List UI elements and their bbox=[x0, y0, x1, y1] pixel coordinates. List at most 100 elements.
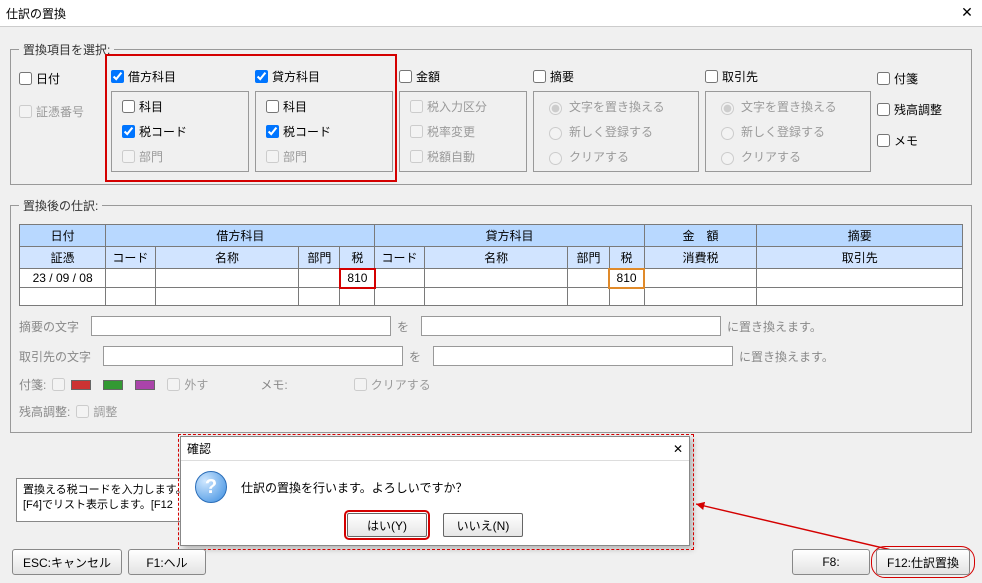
partner-radio: 文字を置き換える 新しく登録する クリアする bbox=[705, 91, 871, 172]
summary-to-input[interactable] bbox=[421, 316, 721, 336]
l: に置き換えます。 bbox=[739, 348, 834, 365]
chk-credit-dept: 部門 bbox=[266, 148, 382, 165]
chk-voucher: 証憑番号 bbox=[19, 103, 105, 120]
chk-memo[interactable]: メモ bbox=[877, 132, 942, 149]
table-row[interactable]: 23 / 09 / 08 810 810 bbox=[20, 269, 963, 288]
l: 税額自動 bbox=[427, 148, 475, 165]
chk-amount[interactable]: 金額 bbox=[399, 68, 527, 85]
amount-subgroup: 税入力区分 税率変更 税額自動 bbox=[399, 91, 527, 172]
esc-button[interactable]: ESC:キャンセル bbox=[12, 549, 122, 575]
l: 科目 bbox=[139, 98, 163, 115]
l: 税コード bbox=[283, 123, 331, 140]
l: 部門 bbox=[139, 148, 163, 165]
chk-voucher-label: 証憑番号 bbox=[36, 103, 84, 120]
th-credit: 貸方科目 bbox=[375, 225, 644, 247]
l: を bbox=[397, 318, 409, 335]
summary-radio: 文字を置き換える 新しく登録する クリアする bbox=[533, 91, 699, 172]
th: 名称 bbox=[424, 247, 568, 269]
th: 部門 bbox=[568, 247, 609, 269]
no-button[interactable]: いいえ(N) bbox=[443, 513, 523, 537]
dialog-title: 確認 bbox=[187, 440, 211, 457]
f1-button[interactable]: F1:ヘル bbox=[128, 549, 206, 575]
dialog-close-icon[interactable]: ✕ bbox=[673, 442, 683, 456]
dialog-text: 仕訳の置換を行います。よろしいですか？ bbox=[241, 479, 467, 496]
chk-debit-subject[interactable]: 科目 bbox=[122, 98, 238, 115]
group-select-legend: 置換項目を選択: bbox=[19, 41, 114, 58]
color-chip-red bbox=[71, 380, 91, 390]
group-after-legend: 置換後の仕訳: bbox=[19, 197, 102, 214]
cell-tax-debit[interactable]: 810 bbox=[340, 269, 375, 288]
debit-subgroup: 科目 税コード 部門 bbox=[111, 91, 249, 172]
chk-debit-dept: 部門 bbox=[122, 148, 238, 165]
color-chip-green bbox=[103, 380, 123, 390]
th-date: 日付 bbox=[20, 225, 106, 247]
question-icon: ? bbox=[195, 471, 227, 503]
l: 調整 bbox=[93, 403, 117, 420]
window-title: 仕訳の置換 bbox=[6, 5, 66, 22]
chk-summary[interactable]: 摘要 bbox=[533, 68, 699, 85]
l: 摘要 bbox=[550, 68, 574, 85]
l: 新しく登録する bbox=[741, 123, 825, 140]
chk-note[interactable]: 付箋 bbox=[877, 70, 942, 87]
chk-partner[interactable]: 取引先 bbox=[705, 68, 871, 85]
chk-credit-taxcode[interactable]: 税コード bbox=[266, 123, 382, 140]
partner-replace-row: 取引先の文字 を に置き換えます。 bbox=[19, 346, 963, 366]
th: コード bbox=[106, 247, 155, 269]
l: クリアする bbox=[569, 148, 629, 165]
l: 税コード bbox=[139, 123, 187, 140]
cell-date[interactable]: 23 / 09 / 08 bbox=[20, 269, 106, 288]
lbl-summary: 摘要の文字 bbox=[19, 318, 79, 335]
l: 税入力区分 bbox=[427, 98, 487, 115]
l: 文字を置き換える bbox=[569, 98, 665, 115]
chk-credit[interactable]: 貸方科目 bbox=[255, 68, 393, 85]
summary-replace-row: 摘要の文字 を に置き換えます。 bbox=[19, 316, 963, 336]
l: クリアする bbox=[371, 376, 431, 393]
confirm-dialog: 確認 ✕ ? 仕訳の置換を行います。よろしいですか？ はい(Y) いいえ(N) bbox=[180, 436, 690, 546]
th: 部門 bbox=[299, 247, 340, 269]
summary-from-input[interactable] bbox=[91, 316, 391, 336]
partner-from-input[interactable] bbox=[103, 346, 403, 366]
chk-date[interactable]: 日付 bbox=[19, 70, 105, 87]
partner-to-input[interactable] bbox=[433, 346, 733, 366]
lbl-fusen: 付箋: bbox=[19, 376, 46, 393]
th-amount: 金 額 bbox=[644, 225, 757, 247]
balance-row: 残高調整: 調整 bbox=[19, 403, 963, 420]
arrow-annotation bbox=[690, 480, 920, 560]
th-voucher: 証憑 bbox=[20, 247, 106, 269]
color-chip-purple bbox=[135, 380, 155, 390]
th-debit: 借方科目 bbox=[106, 225, 375, 247]
chk-credit-label: 貸方科目 bbox=[272, 68, 320, 85]
lbl-memo: メモ: bbox=[260, 376, 287, 393]
close-icon[interactable]: ✕ bbox=[958, 4, 976, 22]
l: 金額 bbox=[416, 68, 440, 85]
group-select: 置換項目を選択: 日付 証憑番号 借方科目 科目 税コード 部門 貸方科目 bbox=[10, 41, 972, 185]
l: 残高調整 bbox=[894, 101, 942, 118]
chk-debit[interactable]: 借方科目 bbox=[111, 68, 249, 85]
table-row[interactable] bbox=[20, 288, 963, 306]
l: クリアする bbox=[741, 148, 801, 165]
th: 名称 bbox=[155, 247, 299, 269]
chk-date-label: 日付 bbox=[36, 70, 60, 87]
l: 科目 bbox=[283, 98, 307, 115]
yes-button[interactable]: はい(Y) bbox=[347, 513, 427, 537]
chk-debit-label: 借方科目 bbox=[128, 68, 176, 85]
fusen-row: 付箋: 外す メモ: クリアする bbox=[19, 376, 963, 393]
credit-subgroup: 科目 税コード 部門 bbox=[255, 91, 393, 172]
f12-button[interactable]: F12:仕訳置換 bbox=[876, 549, 970, 575]
l: 税率変更 bbox=[427, 123, 475, 140]
l: 文字を置き換える bbox=[741, 98, 837, 115]
th: 税 bbox=[340, 247, 375, 269]
l: 部門 bbox=[283, 148, 307, 165]
entry-table: 日付 借方科目 貸方科目 金 額 摘要 証憑 コード 名称 部門 税 コード 名… bbox=[19, 224, 963, 306]
chk-balance[interactable]: 残高調整 bbox=[877, 101, 942, 118]
chk-debit-taxcode[interactable]: 税コード bbox=[122, 123, 238, 140]
chk-credit-subject[interactable]: 科目 bbox=[266, 98, 382, 115]
group-after: 置換後の仕訳: 日付 借方科目 貸方科目 金 額 摘要 証憑 コード 名称 部門… bbox=[10, 197, 972, 433]
l: メモ bbox=[894, 132, 918, 149]
l: 外す bbox=[184, 376, 208, 393]
footer-bar: ESC:キャンセル F1:ヘル F8: F12:仕訳置換 bbox=[12, 549, 970, 575]
f8-button[interactable]: F8: bbox=[792, 549, 870, 575]
cell-tax-credit[interactable]: 810 bbox=[609, 269, 644, 288]
th: 税 bbox=[609, 247, 644, 269]
l: 付箋 bbox=[894, 70, 918, 87]
